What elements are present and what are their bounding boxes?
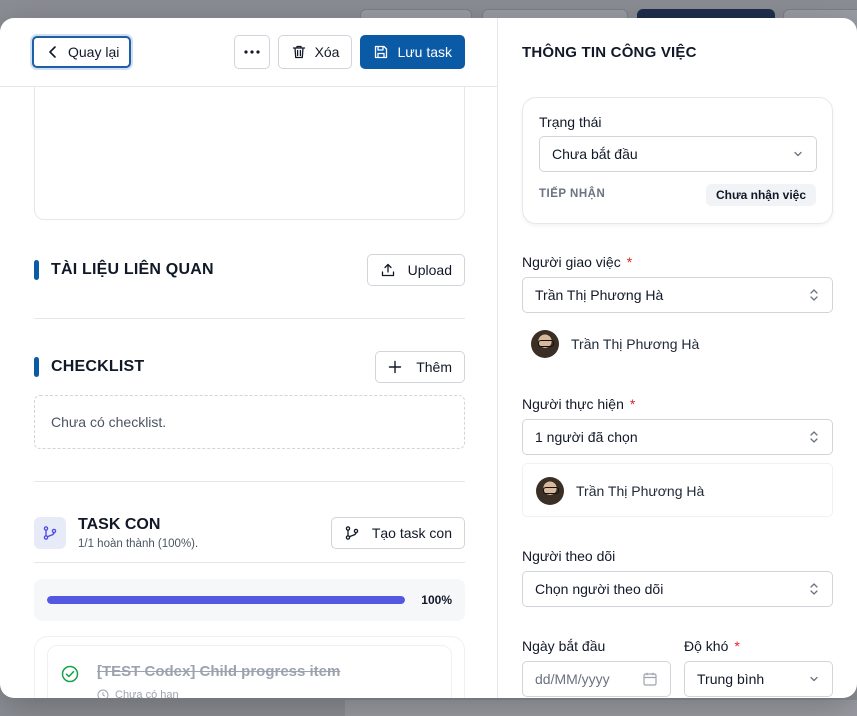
calendar-icon (643, 672, 657, 686)
trash-icon (292, 45, 305, 59)
more-horizontal-icon (243, 50, 260, 54)
subtask-icon (34, 517, 66, 549)
assigner-label-row: Người giao việc * (522, 254, 632, 270)
back-button[interactable]: Quay lại (32, 36, 132, 68)
assignee-label-row: Người thực hiện * (522, 396, 635, 412)
assignee-person-name: Trần Thị Phương Hà (576, 483, 705, 499)
save-task-button[interactable]: Lưu task (360, 35, 465, 69)
add-checklist-button[interactable]: Thêm (375, 351, 465, 383)
save-task-button-label: Lưu task (397, 44, 452, 60)
git-branch-icon (345, 526, 359, 540)
receive-label: TIẾP NHẬN (539, 188, 606, 200)
checklist-section-header: CHECKLIST Thêm (34, 351, 465, 383)
section-accent-bar (34, 357, 39, 377)
status-card: Trạng thái Chưa bắt đầu TIẾP NHẬN Chưa n… (522, 97, 833, 224)
create-subtask-button[interactable]: Tạo task con (330, 517, 465, 549)
status-label: Trạng thái (539, 114, 602, 130)
create-subtask-button-label: Tạo task con (371, 525, 452, 541)
chevron-down-icon (810, 676, 818, 682)
assigner-select-value: Trần Thị Phương Hà (535, 287, 664, 303)
documents-title-wrap: TÀI LIỆU LIÊN QUAN (34, 260, 214, 280)
difficulty-label-row: Độ khó * (684, 638, 740, 654)
avatar (536, 477, 564, 505)
progress-fill (47, 596, 406, 604)
assignee-select[interactable]: 1 người đã chọn (522, 419, 833, 455)
task-toolbar: Quay lại Xóa Lưu task (0, 18, 497, 87)
chevron-up-down-icon (810, 431, 818, 443)
background-footer (345, 700, 857, 716)
assigner-person-name: Trần Thị Phương Hà (571, 336, 700, 352)
info-title: THÔNG TIN CÔNG VIỆC (522, 44, 697, 61)
chevron-left-icon (49, 46, 56, 58)
progress-track (47, 596, 406, 604)
task-main-pane: Quay lại Xóa Lưu task TÀI LIỆU LIÊN QUAN… (0, 18, 498, 698)
documents-section-header: TÀI LIỆU LIÊN QUAN Upload (34, 254, 465, 286)
required-mark: * (734, 638, 740, 654)
subtasks-progress: 100% (34, 579, 465, 621)
subtask-card[interactable]: [TEST Codex] Child progress item Chưa có… (34, 636, 465, 698)
section-divider (34, 481, 465, 482)
back-button-label: Quay lại (68, 44, 120, 60)
clock-icon (97, 689, 109, 698)
task-info-pane: THÔNG TIN CÔNG VIỆC Trạng thái Chưa bắt … (498, 18, 857, 698)
required-mark: * (629, 396, 636, 412)
assignee-person-row: Trần Thị Phương Hà (522, 463, 833, 517)
plus-icon (389, 360, 402, 374)
receive-status-badge: Chưa nhận việc (705, 184, 816, 206)
avatar (531, 330, 559, 358)
description-editor[interactable] (34, 87, 465, 220)
task-detail-modal: Quay lại Xóa Lưu task TÀI LIỆU LIÊN QUAN… (0, 18, 857, 698)
check-circle-icon[interactable] (61, 665, 79, 688)
chevron-down-icon (794, 151, 802, 157)
add-checklist-button-label: Thêm (416, 359, 452, 375)
assigner-select[interactable]: Trần Thị Phương Hà (522, 277, 833, 313)
delete-button-label: Xóa (314, 44, 340, 60)
assigner-label: Người giao việc (522, 254, 621, 270)
start-date-input[interactable]: dd/MM/yyyy (522, 661, 671, 697)
subtasks-title-wrap: TASK CON 1/1 hoàn thành (100%). (34, 516, 198, 550)
difficulty-label: Độ khó (684, 638, 729, 654)
documents-title: TÀI LIỆU LIÊN QUAN (51, 261, 214, 278)
checklist-title: CHECKLIST (51, 358, 145, 375)
watchers-select[interactable]: Chọn người theo dõi (522, 571, 833, 607)
section-divider (34, 562, 465, 563)
checklist-title-wrap: CHECKLIST (34, 357, 144, 377)
status-select-value: Chưa bắt đầu (552, 146, 638, 162)
subtask-title[interactable]: [TEST Codex] Child progress item (97, 663, 340, 680)
subtasks-title: TASK CON (78, 516, 161, 533)
chevron-up-down-icon (810, 583, 818, 595)
status-select[interactable]: Chưa bắt đầu (539, 136, 817, 172)
watchers-label: Người theo dõi (522, 548, 616, 564)
upload-button[interactable]: Upload (366, 254, 465, 286)
assignee-label: Người thực hiện (522, 396, 624, 412)
chevron-up-down-icon (810, 289, 818, 301)
subtask-due-text: Chưa có hạn (115, 689, 179, 698)
subtasks-heading: TASK CON 1/1 hoàn thành (100%). (78, 516, 198, 550)
upload-icon (381, 263, 394, 277)
start-date-label: Ngày bắt đầu (522, 638, 606, 654)
delete-button[interactable]: Xóa (277, 35, 353, 69)
watchers-select-placeholder: Chọn người theo dõi (535, 581, 664, 597)
subtasks-section-header: TASK CON 1/1 hoàn thành (100%). Tạo task… (34, 516, 465, 550)
assignee-person: Trần Thị Phương Hà (536, 477, 704, 505)
progress-percent: 100% (421, 593, 452, 607)
save-icon (375, 45, 388, 59)
section-divider (34, 318, 465, 319)
more-options-button[interactable] (233, 35, 270, 69)
difficulty-select[interactable]: Trung bình (684, 661, 833, 697)
subtask-due: Chưa có hạn (97, 689, 179, 698)
section-accent-bar (34, 260, 39, 280)
checklist-empty-state: Chưa có checklist. (34, 395, 465, 449)
start-date-placeholder: dd/MM/yyyy (535, 671, 610, 687)
checklist-empty-text: Chưa có checklist. (51, 414, 167, 430)
subtasks-meta: 1/1 hoàn thành (100%). (78, 538, 199, 550)
assigner-person: Trần Thị Phương Hà (531, 330, 699, 358)
assignee-select-value: 1 người đã chọn (535, 429, 638, 445)
difficulty-select-value: Trung bình (697, 671, 765, 687)
upload-button-label: Upload (407, 262, 452, 278)
required-mark: * (626, 254, 633, 270)
assigner-person-row: Trần Thị Phương Hà (522, 319, 833, 363)
